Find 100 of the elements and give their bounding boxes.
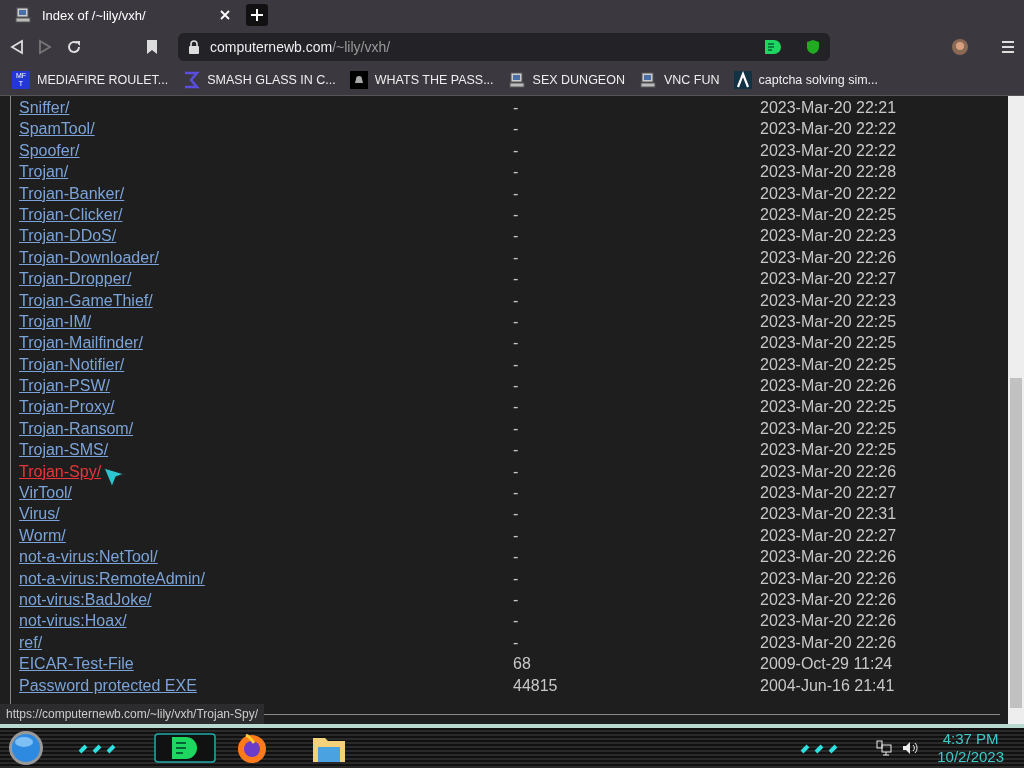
size-text: - — [513, 119, 520, 140]
file-link[interactable]: SpamTool/ — [19, 118, 95, 140]
size-text: - — [513, 354, 520, 375]
date-text: 2023-Mar-20 22:26 — [760, 461, 897, 482]
lambda-icon — [733, 70, 752, 89]
date-text: 2023-Mar-20 22:27 — [760, 525, 897, 546]
size-text: - — [513, 397, 520, 418]
date-text: 2023-Mar-20 22:22 — [760, 183, 897, 204]
plus-icon — [250, 8, 264, 22]
menu-icon[interactable] — [1002, 41, 1014, 53]
file-link[interactable]: Spoofer/ — [19, 139, 80, 162]
file-link[interactable]: not-virus:Hoax/ — [19, 610, 127, 632]
date-text: 2023-Mar-20 22:25 — [760, 354, 897, 375]
file-link[interactable]: Trojan/ — [19, 161, 69, 183]
size-text: - — [513, 98, 520, 118]
file-link[interactable]: Trojan-Ransom/ — [19, 417, 134, 440]
bookmark-item[interactable]: captcha solving sim... — [733, 70, 879, 89]
size-text: - — [513, 183, 520, 204]
bell-icon — [349, 70, 368, 89]
file-link[interactable]: not-virus:BadJoke/ — [19, 589, 152, 611]
date-text: 2023-Mar-20 22:31 — [760, 504, 897, 525]
size-text: - — [513, 525, 520, 546]
file-link[interactable]: Sniffer/ — [19, 97, 70, 119]
bookmark-item[interactable]: SEX DUNGEON — [507, 70, 625, 89]
back-icon[interactable] — [10, 39, 24, 55]
date-text: 2023-Mar-20 22:27 — [760, 269, 897, 290]
date-text: 2023-Mar-20 22:25 — [760, 204, 897, 225]
size-text: - — [513, 483, 520, 504]
clock[interactable]: 4:37 PM 10/2/2023 — [937, 730, 1004, 766]
start-button[interactable] — [8, 730, 44, 766]
firefox-icon[interactable] — [236, 732, 268, 764]
size-text: - — [513, 140, 520, 161]
cursor-icon — [103, 467, 126, 490]
file-link[interactable]: Trojan-Dropper/ — [19, 268, 132, 290]
size-text: - — [513, 162, 520, 183]
size-text: - — [513, 461, 520, 482]
file-link[interactable]: Trojan-GameThief/ — [19, 289, 153, 311]
file-link[interactable]: Trojan-Mailfinder/ — [19, 332, 143, 354]
date-text: 2023-Mar-20 22:25 — [760, 418, 897, 439]
date-text: 2023-Mar-20 22:28 — [760, 162, 897, 183]
new-tab-button[interactable] — [246, 4, 268, 26]
file-link[interactable]: Trojan-Proxy/ — [19, 396, 115, 418]
close-icon[interactable] — [220, 10, 230, 20]
size-text: 44815 — [513, 675, 559, 696]
file-link[interactable]: Trojan-Spy/ — [19, 460, 102, 483]
date-text: 2023-Mar-20 22:26 — [760, 632, 897, 653]
date-text: 2023-Mar-20 22:21 — [760, 98, 897, 118]
status-url-tooltip: https://computernewb.com/~lily/vxh/Trojan-Spy/ — [0, 704, 264, 724]
sigma-icon — [182, 70, 201, 89]
file-link[interactable]: Trojan-IM/ — [19, 310, 92, 333]
date-text: 2023-Mar-20 22:26 — [760, 547, 897, 568]
size-text: - — [513, 568, 520, 589]
scrollbar-thumb[interactable] — [1010, 378, 1022, 708]
scrollbar[interactable] — [1008, 96, 1024, 724]
size-text: - — [513, 269, 520, 290]
size-text: - — [513, 311, 520, 332]
computer-icon — [14, 6, 32, 24]
size-text: - — [513, 547, 520, 568]
file-link[interactable]: VirTool/ — [19, 482, 73, 504]
file-link[interactable]: not-a-virus:NetTool/ — [19, 546, 158, 568]
avatar-icon[interactable] — [952, 39, 968, 55]
reload-icon[interactable] — [66, 39, 82, 55]
computer-icon — [507, 70, 526, 89]
volume-icon[interactable] — [902, 740, 918, 756]
date-text: 2023-Mar-20 22:25 — [760, 397, 897, 418]
date-text: 2023-Mar-20 22:26 — [760, 611, 897, 632]
network-icon[interactable] — [876, 740, 892, 756]
date-text: 2023-Mar-20 22:22 — [760, 140, 897, 161]
date-text: 2009-Oct-29 11:24 — [760, 654, 893, 675]
bookmark-item[interactable]: VNC FUN — [638, 70, 720, 89]
date-text: 2004-Jun-16 21:41 — [760, 675, 895, 696]
address-bar[interactable]: computernewb.com/~lily/vxh/ — [178, 33, 830, 61]
size-text: - — [513, 611, 520, 632]
file-link[interactable]: EICAR-Test-File — [19, 653, 134, 675]
file-link[interactable]: Trojan-Banker/ — [19, 182, 125, 204]
shield-icon[interactable] — [806, 39, 820, 55]
file-link[interactable]: Trojan-Notifier/ — [19, 353, 125, 376]
forward-icon[interactable] — [38, 39, 52, 55]
date-text: 2023-Mar-20 22:23 — [760, 226, 897, 247]
bookmark-item[interactable]: SMASH GLASS IN C... — [182, 70, 336, 89]
size-text: 68 — [513, 654, 532, 675]
file-link[interactable]: Trojan-Clicker/ — [19, 203, 123, 226]
bookmark-icon[interactable] — [146, 39, 158, 55]
file-link[interactable]: Trojan-Downloader/ — [19, 246, 159, 269]
file-link[interactable]: Password protected EXE — [19, 674, 197, 696]
file-link[interactable]: Virus/ — [19, 503, 60, 525]
date-text: 2023-Mar-20 22:23 — [760, 290, 897, 311]
file-link[interactable]: ref/ — [19, 631, 43, 654]
chat-icon[interactable] — [764, 39, 782, 55]
date-text: 2023-Mar-20 22:25 — [760, 440, 897, 461]
file-link[interactable]: Trojan-PSW/ — [19, 375, 110, 397]
lock-icon — [188, 40, 200, 54]
size-text: - — [513, 226, 520, 247]
file-link[interactable]: Trojan-DDoS/ — [19, 225, 117, 247]
file-link[interactable]: not-a-virus:RemoteAdmin/ — [19, 567, 205, 589]
date-text: 2023-Mar-20 22:26 — [760, 590, 897, 610]
file-link[interactable]: Worm/ — [19, 524, 66, 547]
chat-app-icon[interactable] — [154, 731, 216, 765]
bookmark-item[interactable]: WHATS THE PASS... — [349, 70, 494, 89]
file-link[interactable]: Trojan-SMS/ — [19, 439, 109, 461]
